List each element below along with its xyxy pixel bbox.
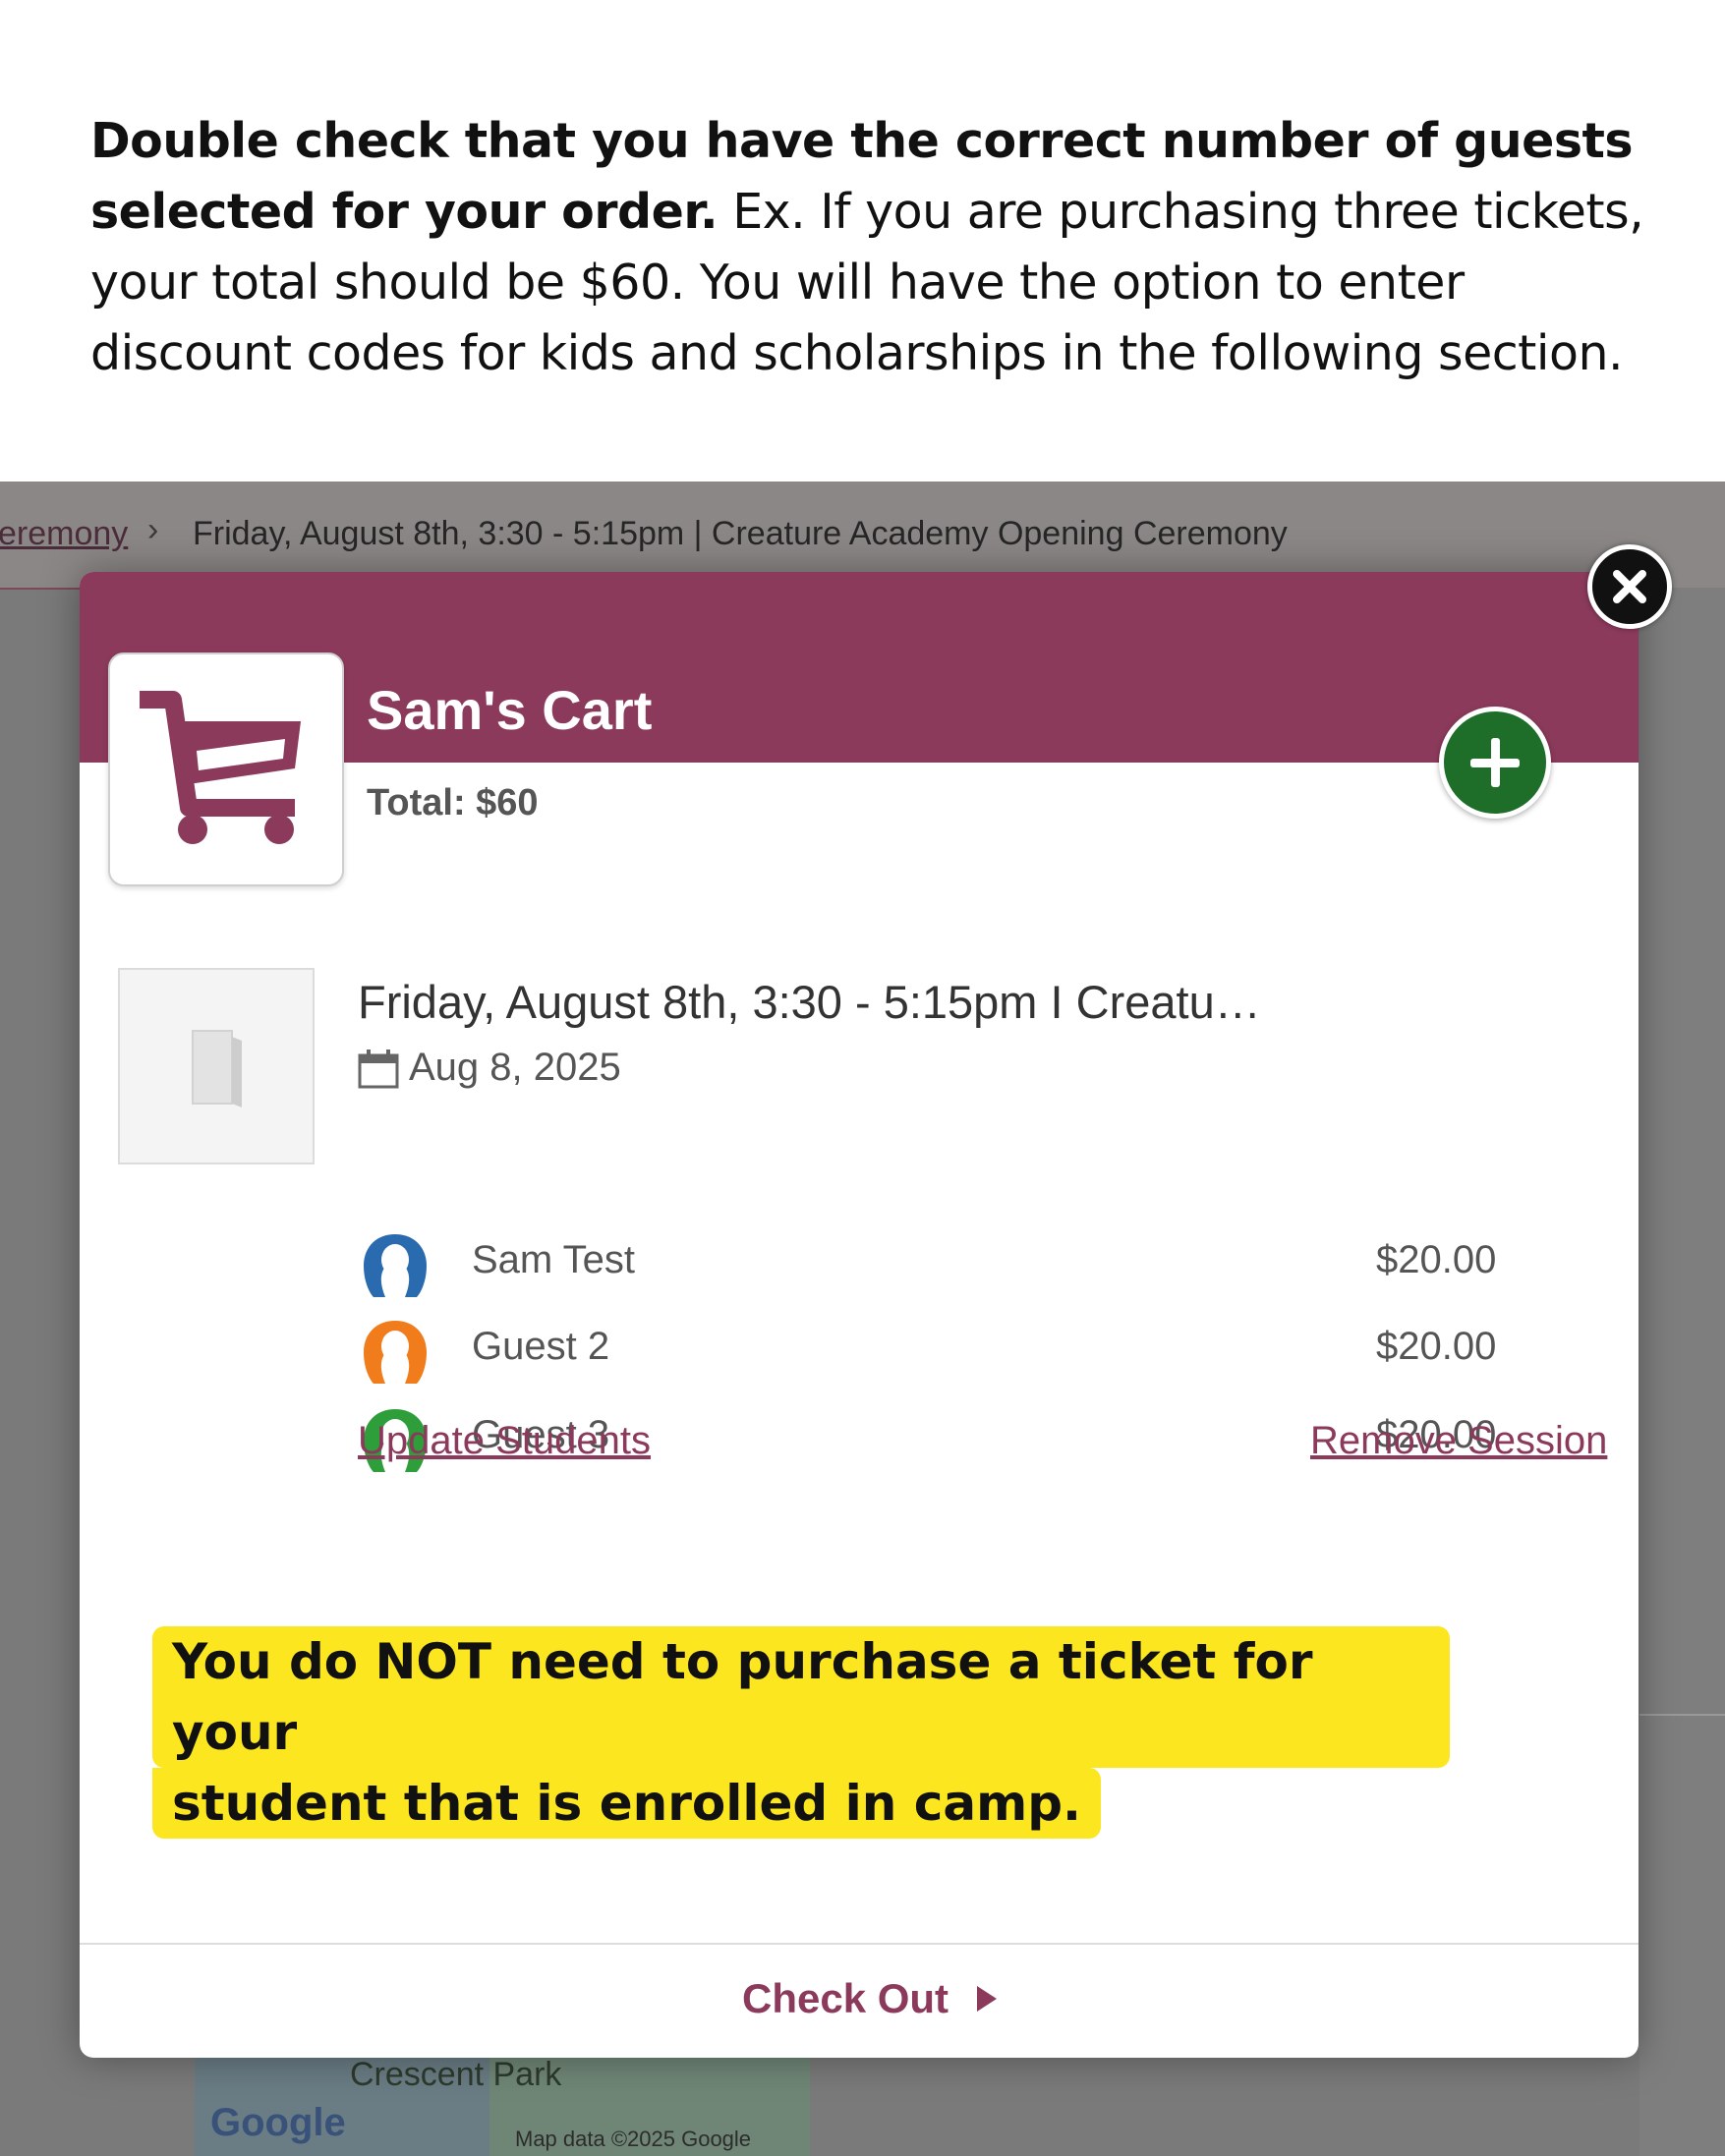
map-thumbnail[interactable]: Crescent Park Google Map data ©2025 Goog… <box>195 2054 810 2156</box>
close-button[interactable] <box>1587 544 1672 629</box>
calendar-icon <box>358 1050 399 1094</box>
google-logo: Google <box>210 2101 346 2144</box>
background-page <box>1639 588 1725 2156</box>
update-students-link[interactable]: Update Students <box>358 1419 651 1463</box>
cart-icon-box <box>108 652 344 886</box>
note-line-2: student that is enrolled in camp. <box>152 1768 1102 1839</box>
cart-modal: Sam's Cart Total: $60 Friday, August 8th… <box>80 572 1639 2058</box>
cart-title: Sam's Cart <box>367 679 653 741</box>
guest-row: Sam Test $20.00 <box>358 1230 1636 1301</box>
cart-total: Total: $60 <box>367 782 539 823</box>
breadcrumb-prev-link[interactable]: eremony <box>0 515 128 553</box>
checkout-button[interactable]: Check Out <box>742 1975 949 2022</box>
guest-price: $20.00 <box>1376 1325 1497 1368</box>
add-session-button[interactable] <box>1439 707 1551 819</box>
breadcrumb-separator-icon: › <box>147 511 159 548</box>
map-park-label: Crescent Park <box>350 2056 562 2093</box>
session-title: Friday, August 8th, 3:30 - 5:15pm I Crea… <box>358 976 1261 1028</box>
breadcrumb-current: Friday, August 8th, 3:30 - 5:15pm | Crea… <box>193 515 1288 552</box>
person-avatar-icon <box>358 1317 432 1392</box>
footer-divider <box>80 1943 1639 1945</box>
play-arrow-icon[interactable] <box>975 1984 999 2018</box>
guest-row: Guest 2 $20.00 <box>358 1317 1636 1388</box>
guest-name: Guest 2 <box>472 1325 610 1368</box>
highlighted-note: You do NOT need to purchase a ticket for… <box>152 1626 1450 1839</box>
map-credit: Map data ©2025 Google <box>515 2127 752 2151</box>
guest-name: Sam Test <box>472 1238 635 1281</box>
person-avatar-icon <box>358 1230 432 1306</box>
remove-session-link[interactable]: Remove Session <box>1310 1419 1607 1463</box>
session-date: Aug 8, 2025 <box>409 1046 621 1089</box>
guest-price: $20.00 <box>1376 1238 1497 1281</box>
note-line-1: You do NOT need to purchase a ticket for… <box>152 1626 1450 1768</box>
background-divider <box>1639 1714 1725 1716</box>
session-thumbnail <box>118 968 315 1164</box>
instruction-text: Double check that you have the correct n… <box>90 106 1663 389</box>
